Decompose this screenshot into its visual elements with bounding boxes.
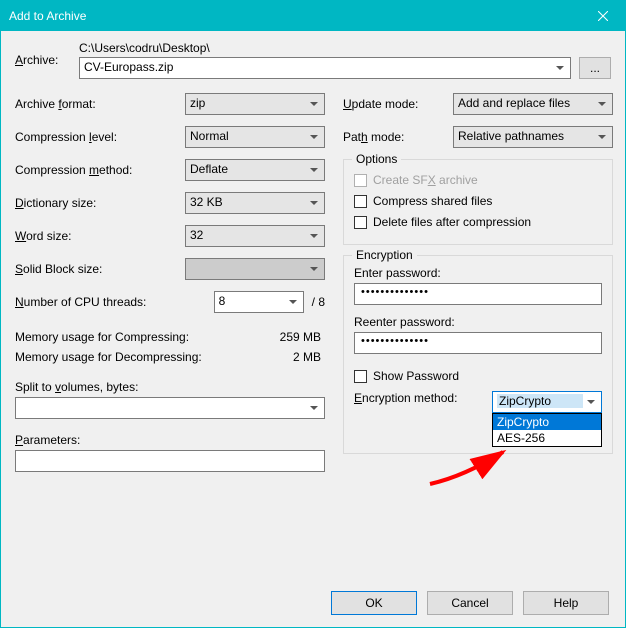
show-pw-label: Show Password — [373, 369, 459, 383]
archive-label: Archive: — [15, 53, 71, 67]
browse-button[interactable]: ... — [579, 57, 611, 79]
button-row: OK Cancel Help — [1, 579, 625, 627]
enc-method-combo[interactable]: ZipCrypto — [492, 391, 602, 413]
dialog-content: Archive: C:\Users\codru\Desktop\ CV-Euro… — [1, 31, 625, 579]
threads-combo[interactable]: 8 — [214, 291, 304, 313]
options-legend: Options — [352, 152, 401, 166]
param-label: Parameters: — [15, 433, 325, 447]
ok-button[interactable]: OK — [331, 591, 417, 615]
split-label: Split to volumes, bytes: — [15, 380, 325, 394]
opt-shared-row[interactable]: Compress shared files — [354, 194, 602, 208]
opt-delete-checkbox[interactable] — [354, 216, 367, 229]
update-label: Update mode: — [343, 97, 453, 111]
reenter-pw-input[interactable]: •••••••••••••• — [354, 332, 602, 354]
threads-total: / 8 — [312, 295, 325, 309]
help-button[interactable]: Help — [523, 591, 609, 615]
mem-comp-label: Memory usage for Compressing: — [15, 330, 189, 344]
solid-label: Solid Block size: — [15, 262, 185, 276]
format-combo[interactable]: zip — [185, 93, 325, 115]
close-icon — [598, 11, 608, 21]
opt-sfx-row: Create SFX archive — [354, 173, 602, 187]
reenter-pw-label: Reenter password: — [354, 315, 602, 329]
enter-pw-label: Enter password: — [354, 266, 602, 280]
method-label: Compression method: — [15, 163, 185, 177]
param-input[interactable] — [15, 450, 325, 472]
dict-label: Dictionary size: — [15, 196, 185, 210]
mem-comp-value: 259 MB — [280, 330, 321, 344]
left-column: Archive format: zip Compression level: N… — [15, 93, 325, 579]
word-label: Word size: — [15, 229, 185, 243]
opt-sfx-label: Create SFX archive — [373, 173, 478, 187]
enc-option-zipcrypto[interactable]: ZipCrypto — [493, 414, 601, 430]
mem-decomp-value: 2 MB — [293, 350, 321, 364]
cancel-button[interactable]: Cancel — [427, 591, 513, 615]
level-label: Compression level: — [15, 130, 185, 144]
encryption-legend: Encryption — [352, 248, 417, 262]
encryption-fieldset: Encryption Enter password: •••••••••••••… — [343, 255, 613, 454]
enc-method-dropdown[interactable]: ZipCrypto AES-256 — [492, 413, 602, 447]
pathmode-label: Path mode: — [343, 130, 453, 144]
show-pw-checkbox[interactable] — [354, 370, 367, 383]
titlebar: Add to Archive — [1, 1, 625, 31]
level-combo[interactable]: Normal — [185, 126, 325, 148]
solid-combo — [185, 258, 325, 280]
show-pw-row[interactable]: Show Password — [354, 369, 602, 383]
opt-sfx-checkbox — [354, 174, 367, 187]
enc-method-label: Encryption method: — [354, 391, 457, 405]
opt-shared-label: Compress shared files — [373, 194, 492, 208]
options-fieldset: Options Create SFX archive Compress shar… — [343, 159, 613, 245]
opt-delete-label: Delete files after compression — [373, 215, 531, 229]
format-label: Archive format: — [15, 97, 185, 111]
opt-shared-checkbox[interactable] — [354, 195, 367, 208]
window-title: Add to Archive — [9, 9, 86, 23]
dialog-window: Add to Archive Archive: C:\Users\codru\D… — [0, 0, 626, 628]
right-column: Update mode: Add and replace files Path … — [343, 93, 613, 579]
enter-pw-input[interactable]: •••••••••••••• — [354, 283, 602, 305]
opt-delete-row[interactable]: Delete files after compression — [354, 215, 602, 229]
enc-option-aes256[interactable]: AES-256 — [493, 430, 601, 446]
pathmode-combo[interactable]: Relative pathnames — [453, 126, 613, 148]
archive-path: C:\Users\codru\Desktop\ — [79, 41, 571, 55]
split-combo[interactable] — [15, 397, 325, 419]
mem-decomp-label: Memory usage for Decompressing: — [15, 350, 202, 364]
update-combo[interactable]: Add and replace files — [453, 93, 613, 115]
word-combo[interactable]: 32 — [185, 225, 325, 247]
threads-label: Number of CPU threads: — [15, 295, 185, 309]
close-button[interactable] — [580, 1, 625, 31]
archive-row: Archive: C:\Users\codru\Desktop\ CV-Euro… — [15, 41, 611, 79]
archive-filename-combo[interactable]: CV-Europass.zip — [79, 57, 571, 79]
method-combo[interactable]: Deflate — [185, 159, 325, 181]
dict-combo[interactable]: 32 KB — [185, 192, 325, 214]
